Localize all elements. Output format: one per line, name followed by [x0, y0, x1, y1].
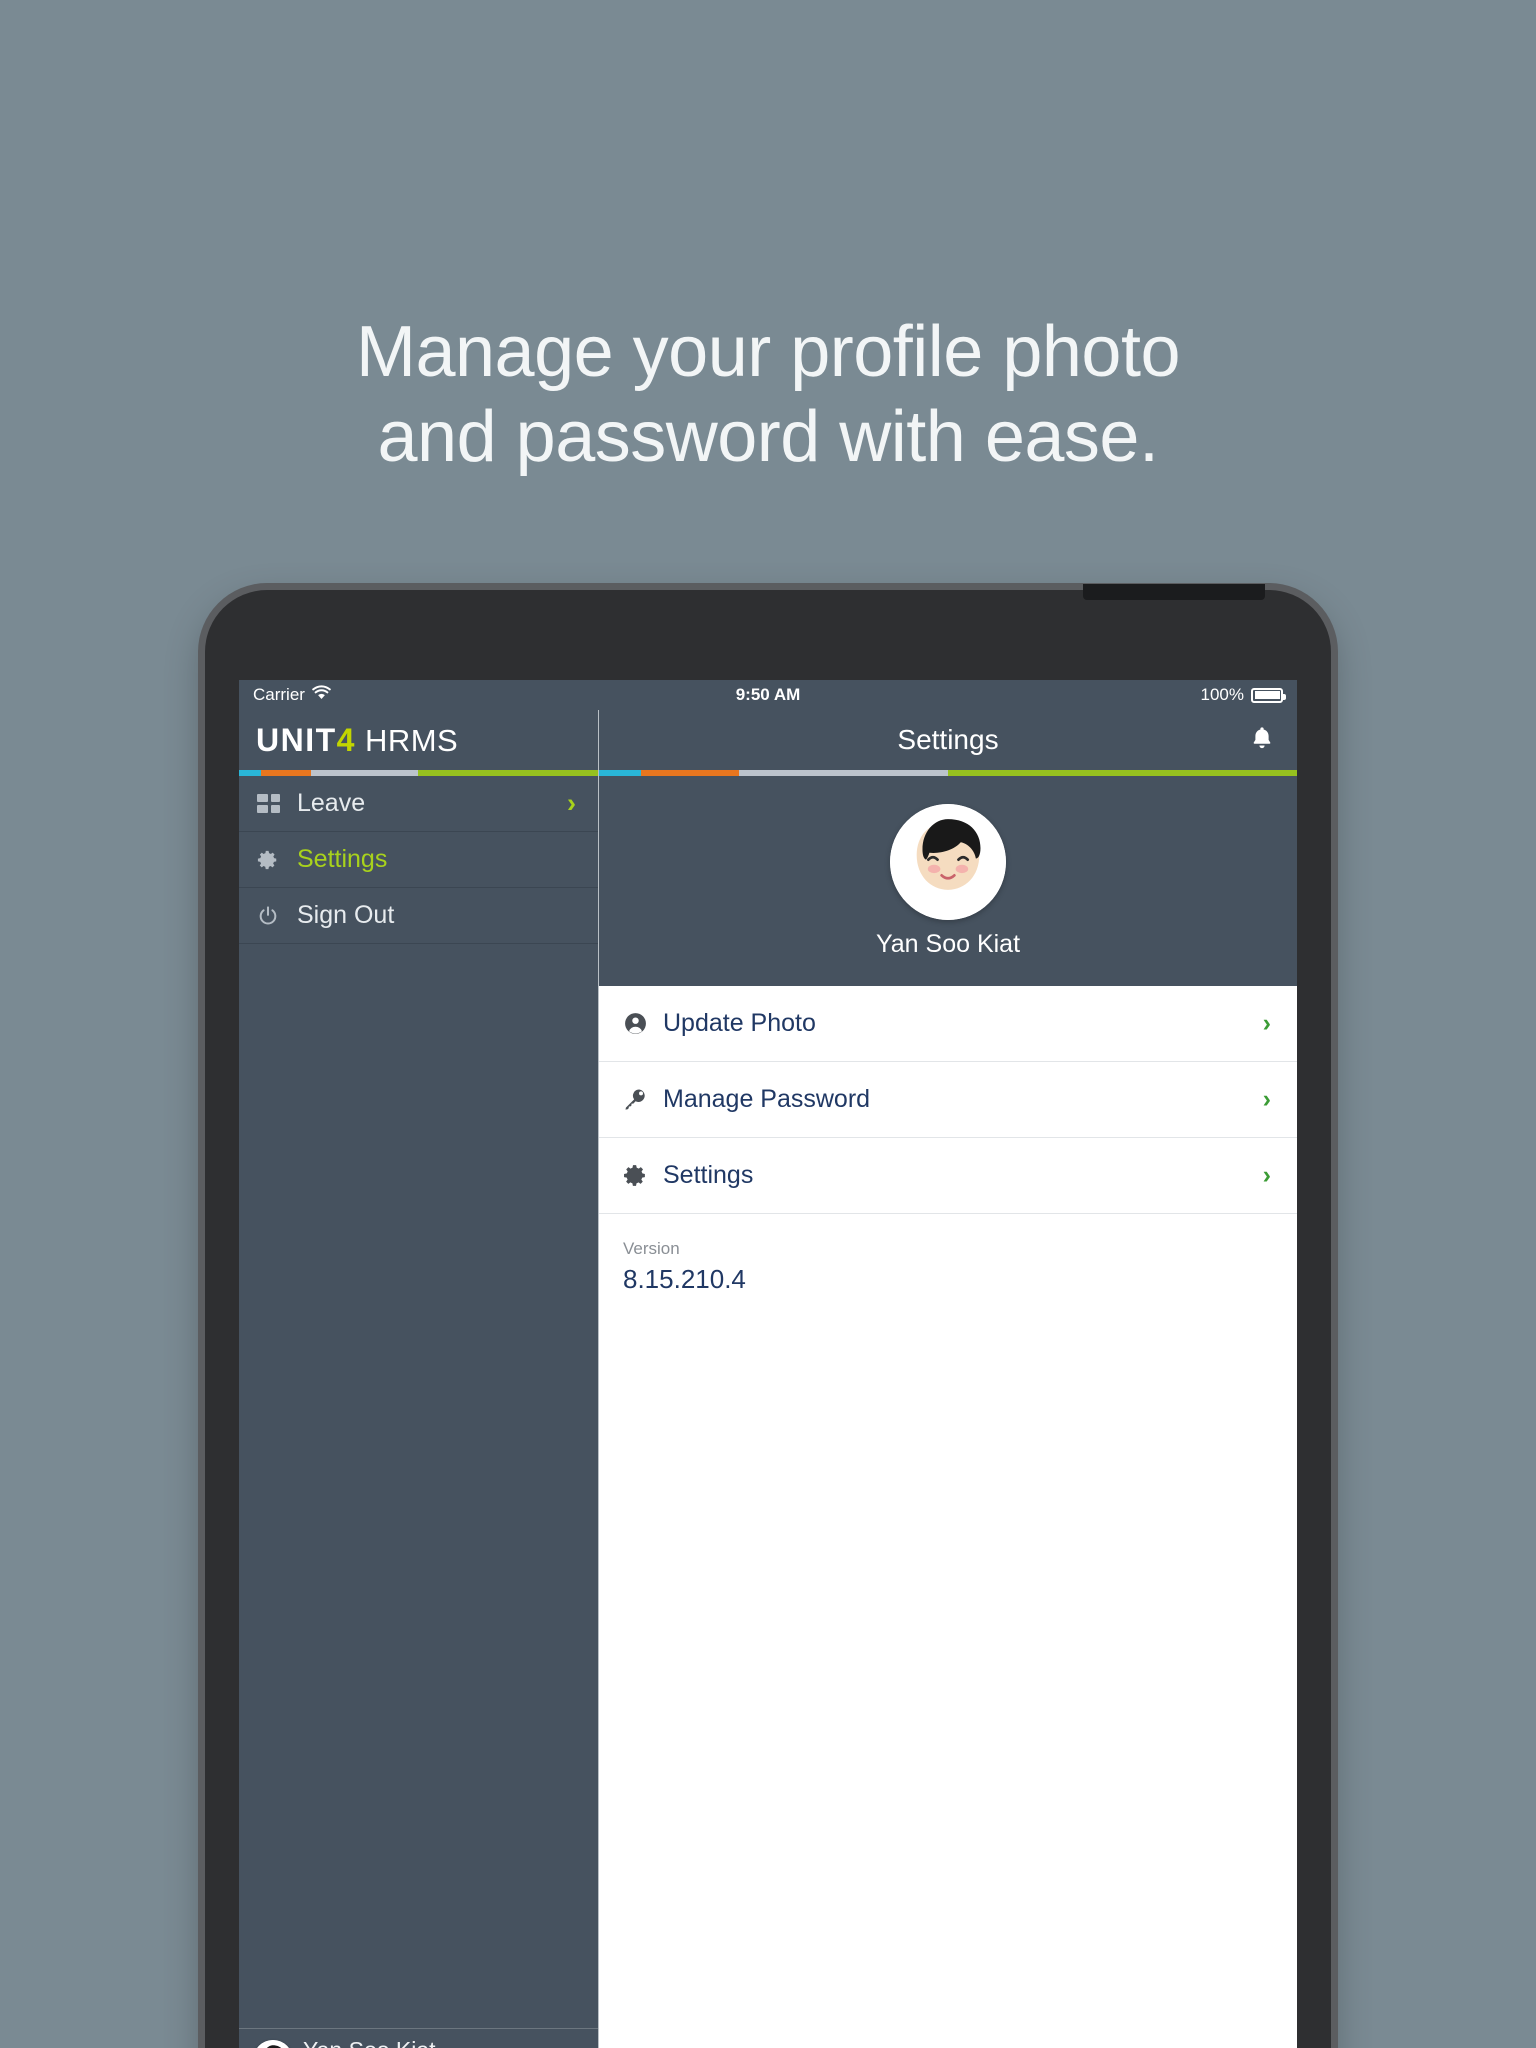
device-antenna-band	[1083, 584, 1265, 600]
unit4-hrms-logo: UNIT4 HRMS	[256, 724, 458, 756]
sidebar-item-settings[interactable]: Settings	[239, 832, 598, 888]
list-item-update-photo[interactable]: Update Photo ›	[599, 986, 1297, 1062]
battery-percent-label: 100%	[1200, 685, 1244, 704]
chevron-right-icon: ›	[1262, 1009, 1271, 1037]
sidebar-nav: Leave › Settings Sign Out	[239, 776, 598, 944]
logo-unit-text: UNIT	[256, 722, 337, 758]
logo-four-text: 4	[336, 722, 356, 758]
avatar[interactable]	[890, 803, 1006, 920]
sidebar-user-footer[interactable]: Yan Soo Kiat logged in since 29 Jul 2015…	[239, 2028, 598, 2048]
person-circle-icon	[623, 1011, 663, 1036]
logo-product-text: HRMS	[364, 723, 459, 758]
power-icon	[257, 905, 291, 927]
sidebar-item-leave[interactable]: Leave ›	[239, 776, 598, 832]
list-item-manage-password-label: Manage Password	[663, 1085, 871, 1113]
sidebar: UNIT4 HRMS Leave › Settings Sign Out	[239, 710, 599, 2048]
profile-name: Yan Soo Kiat	[875, 929, 1021, 958]
avatar	[253, 2039, 293, 2048]
sidebar-item-leave-label: Leave	[297, 789, 366, 817]
gear-icon	[257, 849, 291, 871]
detail-title-bar: Settings	[599, 710, 1297, 770]
brand-bar: UNIT4 HRMS	[239, 710, 598, 770]
list-item-settings[interactable]: Settings ›	[599, 1138, 1297, 1214]
status-bar-left: Carrier	[253, 685, 331, 705]
key-icon	[623, 1087, 663, 1112]
status-bar-right: 100%	[1200, 685, 1286, 705]
sidebar-user-meta: Yan Soo Kiat logged in since 29 Jul 2015…	[303, 2037, 528, 2048]
sidebar-item-settings-label: Settings	[297, 845, 388, 873]
settings-list: Update Photo › Manage Password › Setting…	[599, 986, 1297, 1214]
sidebar-item-sign-out-label: Sign Out	[297, 901, 395, 929]
grid-icon	[257, 794, 291, 813]
logo-unit4: UNIT4	[256, 724, 356, 756]
bell-icon[interactable]	[1249, 724, 1275, 756]
profile-header: Yan Soo Kiat	[599, 776, 1297, 986]
wifi-icon	[312, 685, 331, 705]
promo-line-2: and password with ease.	[377, 396, 1159, 477]
split-view: UNIT4 HRMS Leave › Settings Sign Out Set…	[239, 710, 1297, 2048]
page-title: Settings	[897, 724, 999, 755]
carrier-label: Carrier	[253, 685, 305, 704]
status-bar-time: 9:50 AM	[735, 685, 801, 704]
device-screen: Carrier 9:50 AM 100% UNIT4 HRMS Leave › …	[239, 680, 1297, 2048]
sidebar-filler	[239, 944, 598, 2028]
chevron-right-icon: ›	[1262, 1085, 1271, 1113]
version-label: Version	[623, 1239, 680, 1258]
promo-line-1: Manage your profile photo	[355, 312, 1181, 392]
screenshot-stage: Manage your profile photo and password w…	[0, 0, 1536, 2048]
tablet-device-frame: Carrier 9:50 AM 100% UNIT4 HRMS Leave › …	[205, 584, 1331, 2048]
list-item-settings-label: Settings	[663, 1161, 754, 1189]
status-bar: Carrier 9:50 AM 100%	[239, 680, 1297, 710]
sidebar-user-name: Yan Soo Kiat	[303, 2037, 528, 2048]
battery-full-icon	[1251, 687, 1286, 703]
chevron-right-icon: ›	[567, 788, 576, 818]
list-item-manage-password[interactable]: Manage Password ›	[599, 1062, 1297, 1138]
promo-headline: Manage your profile photo and password w…	[0, 310, 1536, 480]
detail-pane: Settings Yan Soo Kiat Update Photo › Man…	[599, 710, 1297, 2048]
chevron-right-icon: ›	[1262, 1161, 1271, 1189]
version-block: Version 8.15.210.4	[599, 1214, 1297, 1297]
gear-icon	[623, 1163, 663, 1188]
list-item-update-photo-label: Update Photo	[663, 1009, 816, 1037]
version-value: 8.15.210.4	[623, 1263, 746, 1294]
sidebar-item-sign-out[interactable]: Sign Out	[239, 888, 598, 944]
